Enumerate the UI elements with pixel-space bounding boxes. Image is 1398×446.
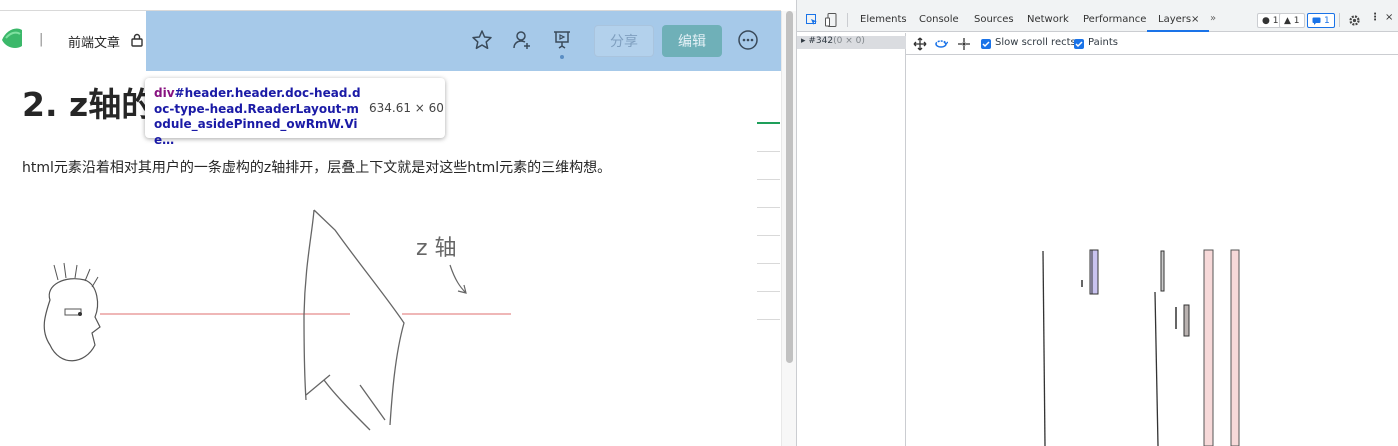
customize-menu-icon[interactable]: ⋮ (1370, 12, 1380, 23)
tab-layers-label[interactable]: Layers (1158, 14, 1191, 25)
layer-outline (1160, 250, 1165, 292)
tab-layers[interactable]: Layers × (1147, 10, 1209, 32)
close-devtools-icon[interactable]: × (1385, 12, 1393, 23)
toolbar-divider (1339, 13, 1340, 27)
rotate-mode-icon[interactable] (934, 37, 948, 51)
z-axis-sketch-image: z 轴 (43, 209, 511, 431)
device-toolbar-icon[interactable] (825, 13, 837, 27)
add-collaborator-icon[interactable] (511, 29, 533, 51)
devtools-tab-bar: Elements Console Sources Network Perform… (797, 0, 1398, 32)
breadcrumb-separator: | (39, 32, 44, 47)
tab-console[interactable]: Console (919, 14, 959, 25)
tab-performance[interactable]: Performance (1083, 14, 1146, 25)
messages-badge[interactable]: 1 (1307, 13, 1335, 28)
layer-name: #342 (808, 36, 834, 46)
warnings-badge[interactable]: ▲ 1 (1279, 13, 1305, 28)
toc-item[interactable] (757, 235, 780, 236)
layer-outline (1230, 249, 1240, 446)
devtools-panel: Elements Console Sources Network Perform… (796, 0, 1398, 446)
warnings-count: ▲ 1 (1284, 15, 1300, 26)
tab-network[interactable]: Network (1027, 14, 1069, 25)
paints-checkbox[interactable] (1074, 39, 1084, 49)
layer-outline (1154, 291, 1159, 446)
toc-item[interactable] (757, 291, 780, 292)
share-button[interactable]: 分享 (594, 25, 654, 57)
layer-outline (1183, 304, 1190, 337)
more-options-icon[interactable] (737, 29, 759, 51)
messages-count: 1 (1324, 15, 1330, 26)
toolbar-divider (847, 13, 848, 27)
paints-label[interactable]: Paints (1088, 37, 1118, 48)
inspect-tooltip: div#header.header.doc-head.doc-type-head… (145, 78, 445, 147)
presentation-icon[interactable] (551, 29, 573, 51)
toc-item[interactable] (757, 319, 780, 320)
layers-toolbar: Slow scroll rects Paints (906, 33, 1398, 55)
active-indicator-dot (560, 55, 564, 59)
page-scroll-thumb[interactable] (786, 11, 793, 363)
layer-outline (1089, 249, 1099, 295)
toc-item[interactable] (757, 207, 780, 208)
tab-elements[interactable]: Elements (860, 14, 907, 25)
errors-count: ● 1 (1262, 15, 1279, 26)
layer-outline (1203, 249, 1214, 446)
layer-tree: ▸ #342(0 × 0) (797, 33, 906, 446)
slow-scroll-checkbox[interactable] (981, 39, 991, 49)
article-heading: 2. z轴的 (22, 85, 155, 124)
toc-item[interactable] (757, 151, 780, 152)
message-icon (1312, 17, 1321, 25)
lock-icon (131, 33, 143, 47)
toc-item[interactable] (757, 179, 780, 180)
reset-transform-icon[interactable] (957, 37, 971, 51)
more-tabs-chevron-icon[interactable]: » (1210, 13, 1216, 24)
checkmark-icon (1075, 41, 1083, 48)
web-page-viewport: | 前端文章 分享 编辑 2. z轴的 html元素沿着相对其用户的一条虚构的z… (0, 0, 781, 446)
tooltip-selector-text: #header.header.doc-head.doc-type-head.Re… (154, 86, 361, 147)
tooltip-tag-name: div (154, 86, 175, 100)
yuque-logo-icon[interactable] (0, 22, 22, 54)
layer-dimensions: (0 × 0) (833, 36, 865, 46)
page-scrollbar[interactable] (781, 11, 796, 446)
inspect-element-icon[interactable] (806, 14, 818, 26)
tooltip-dimensions: 634.61 × 60 (369, 101, 444, 115)
breadcrumb-doc-title[interactable]: 前端文章 (68, 32, 120, 51)
toc-item-active[interactable] (757, 122, 780, 124)
settings-gear-icon[interactable] (1348, 14, 1361, 27)
layers-3d-canvas[interactable] (906, 56, 1398, 446)
checkmark-icon (982, 41, 990, 48)
star-icon[interactable] (471, 29, 493, 51)
toc-item[interactable] (757, 263, 780, 264)
tab-sources[interactable]: Sources (974, 14, 1014, 25)
close-tab-icon[interactable]: × (1191, 14, 1199, 25)
sketch-z-axis-label: z 轴 (416, 236, 457, 261)
layer-outline (1042, 250, 1046, 446)
edit-button[interactable]: 编辑 (662, 25, 722, 57)
slow-scroll-label[interactable]: Slow scroll rects (995, 37, 1076, 48)
pan-mode-icon[interactable] (913, 37, 927, 51)
tooltip-selector: div#header.header.doc-head.doc-type-head… (154, 86, 364, 148)
article-paragraph: html元素沿着相对其用户的一条虚构的z轴排开，层叠上下文就是对这些html元素… (22, 160, 612, 176)
layer-tree-row[interactable]: ▸ #342(0 × 0) (797, 36, 906, 49)
